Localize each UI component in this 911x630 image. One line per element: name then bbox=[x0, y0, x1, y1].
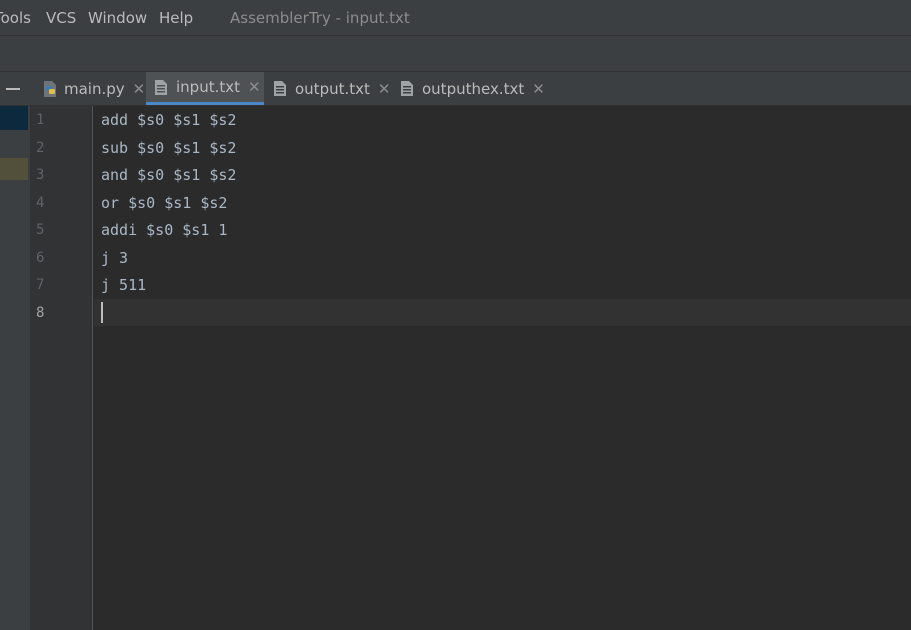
editor-tab-bar: main.py ✕ input.txt ✕ output.txt ✕ outpu… bbox=[0, 72, 911, 106]
tab-label: input.txt bbox=[176, 78, 240, 96]
menu-window[interactable]: Window bbox=[88, 9, 147, 27]
window-title: AssemblerTry - input.txt bbox=[230, 9, 410, 27]
current-line-highlight bbox=[94, 299, 911, 326]
line-number: 1 bbox=[36, 112, 45, 128]
tab-label: main.py bbox=[64, 79, 125, 98]
code-line[interactable]: j 3 bbox=[101, 249, 128, 267]
line-number: 3 bbox=[36, 167, 45, 183]
code-line[interactable]: j 511 bbox=[101, 276, 146, 294]
tab-input-txt[interactable]: input.txt ✕ bbox=[146, 72, 264, 105]
tab-output-txt[interactable]: output.txt ✕ bbox=[265, 72, 390, 105]
code-line[interactable]: add $s0 $s1 $s2 bbox=[101, 111, 236, 129]
code-line[interactable]: or $s0 $s1 $s2 bbox=[101, 194, 227, 212]
strip-highlight-marker bbox=[0, 158, 28, 180]
tab-label: output.txt bbox=[295, 79, 370, 98]
close-icon[interactable]: ✕ bbox=[532, 80, 545, 98]
tab-outputhex-txt[interactable]: outputhex.txt ✕ bbox=[392, 72, 545, 105]
hide-panel-icon[interactable] bbox=[6, 88, 20, 90]
line-number: 7 bbox=[36, 277, 45, 293]
code-line[interactable]: and $s0 $s1 $s2 bbox=[101, 166, 236, 184]
tool-window-strip bbox=[0, 106, 30, 630]
line-number: 5 bbox=[36, 222, 45, 238]
menu-bar: Tools VCS Window Help AssemblerTry - inp… bbox=[0, 0, 911, 36]
strip-selection-marker bbox=[0, 106, 28, 130]
python-file-icon bbox=[42, 80, 56, 97]
tab-label: outputhex.txt bbox=[422, 79, 525, 98]
line-number: 4 bbox=[36, 195, 45, 211]
line-number: 2 bbox=[36, 140, 45, 156]
line-number: 6 bbox=[36, 250, 45, 266]
code-line[interactable]: sub $s0 $s1 $s2 bbox=[101, 139, 236, 157]
text-file-icon bbox=[154, 79, 168, 96]
text-file-icon bbox=[273, 80, 287, 97]
code-line[interactable]: addi $s0 $s1 1 bbox=[101, 221, 227, 239]
line-number: 8 bbox=[36, 305, 45, 321]
menu-vcs[interactable]: VCS bbox=[46, 9, 76, 27]
close-icon[interactable]: ✕ bbox=[248, 78, 261, 96]
toolbar bbox=[0, 36, 911, 72]
menu-help[interactable]: Help bbox=[159, 9, 193, 27]
close-icon[interactable]: ✕ bbox=[378, 80, 391, 98]
close-icon[interactable]: ✕ bbox=[133, 80, 146, 98]
editor-text-area[interactable] bbox=[94, 326, 911, 630]
tab-main-py[interactable]: main.py ✕ bbox=[34, 72, 145, 105]
text-file-icon bbox=[400, 80, 414, 97]
menu-tools[interactable]: Tools bbox=[0, 9, 31, 27]
line-number-gutter bbox=[30, 106, 93, 630]
text-caret bbox=[101, 302, 103, 323]
